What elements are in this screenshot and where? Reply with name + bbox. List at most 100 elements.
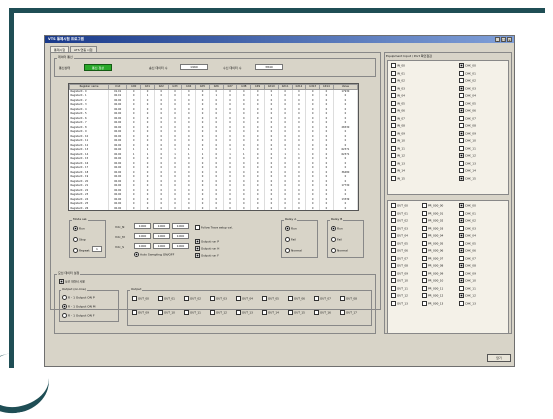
check-checkbox[interactable]: CHK_14 — [459, 168, 476, 173]
pr-checkbox[interactable]: PR_000_04 — [422, 233, 443, 238]
check-checkbox[interactable]: CHK_07 — [459, 116, 476, 121]
check-bottom-checkbox[interactable]: CHK_02 — [459, 218, 476, 223]
input-checkbox[interactable]: IN_02 — [391, 78, 405, 83]
close-window-button[interactable]: × — [507, 37, 512, 42]
input-checkbox[interactable]: IN_09 — [391, 131, 405, 136]
out-checkbox[interactable]: OUT_08 — [391, 263, 408, 268]
check-checkbox[interactable]: CHK_00 — [459, 63, 476, 68]
auto-sampling-radio[interactable]: Auto Sampling ON/OFF — [134, 252, 174, 257]
output-checkbox[interactable]: OUT_01 — [158, 296, 175, 301]
output-checkbox[interactable]: OUT_11 — [184, 310, 201, 315]
vdc-s-field-3[interactable]: 1000 — [172, 243, 189, 249]
output-checkbox[interactable]: OUT_17 — [340, 310, 357, 315]
pr-checkbox[interactable]: PR_000_09 — [422, 271, 443, 276]
output-checkbox[interactable]: OUT_12 — [210, 310, 227, 315]
pr-checkbox[interactable]: PR_000_08 — [422, 263, 443, 268]
check-bottom-checkbox[interactable]: CHK_00 — [459, 203, 476, 208]
input-checkbox[interactable]: IN_01 — [391, 71, 405, 76]
bus-data-use-checkbox[interactable]: 모선 데이터 사용 — [59, 279, 85, 284]
input-checkbox[interactable]: IN_06 — [391, 108, 405, 113]
check-checkbox[interactable]: CHK_12 — [459, 153, 476, 158]
output-checkbox[interactable]: OUT_10 — [158, 310, 175, 315]
out-checkbox[interactable]: OUT_07 — [391, 256, 408, 261]
minimize-button[interactable]: _ — [495, 37, 500, 42]
out-checkbox[interactable]: OUT_00 — [391, 203, 408, 208]
out-checkbox[interactable]: OUT_12 — [391, 293, 408, 298]
output-checkbox[interactable]: OUT_16 — [314, 310, 331, 315]
recv-count-field[interactable]: 3840 — [255, 64, 283, 70]
register-table[interactable]: Register nameUnitbit0bit1bit2bit3bit4bit… — [68, 83, 359, 211]
check-checkbox[interactable]: CHK_02 — [459, 78, 476, 83]
output-checkbox[interactable]: OUT_08 — [340, 296, 357, 301]
out-checkbox[interactable]: OUT_11 — [391, 286, 408, 291]
vdc-s-field-1[interactable]: 1000 — [134, 243, 151, 249]
check-bottom-checkbox[interactable]: CHK_07 — [459, 256, 476, 261]
pr-checkbox[interactable]: PR_000_01 — [422, 211, 443, 216]
pr-checkbox[interactable]: PR_000_06 — [422, 248, 443, 253]
input-checkbox[interactable]: IN_12 — [391, 153, 405, 158]
out-online-m-radio[interactable]: R - 1 Output ON M — [62, 304, 95, 309]
output-checkbox[interactable]: OUT_15 — [288, 310, 305, 315]
out-checkbox[interactable]: OUT_05 — [391, 241, 408, 246]
check-bottom-checkbox[interactable]: CHK_13 — [459, 301, 476, 306]
out-checkbox[interactable]: OUT_06 — [391, 248, 408, 253]
input-checkbox[interactable]: IN_03 — [391, 86, 405, 91]
check-checkbox[interactable]: CHK_01 — [459, 71, 476, 76]
check-checkbox[interactable]: CHK_09 — [459, 131, 476, 136]
check-checkbox[interactable]: CHK_15 — [459, 176, 476, 181]
input-checkbox[interactable]: IN_08 — [391, 123, 405, 128]
vdc-s-field-2[interactable]: 1000 — [153, 243, 170, 249]
out-checkbox[interactable]: OUT_13 — [391, 301, 408, 306]
output-checkbox[interactable]: OUT_03 — [210, 296, 227, 301]
out-checkbox[interactable]: OUT_01 — [391, 211, 408, 216]
relay-a-run-radio[interactable]: Run — [285, 226, 297, 231]
pr-checkbox[interactable]: PR_000_10 — [422, 278, 443, 283]
pr-checkbox[interactable]: PR_000_13 — [422, 301, 443, 306]
input-checkbox[interactable]: IN_05 — [391, 101, 405, 106]
send-count-field[interactable]: 1960 — [180, 64, 208, 70]
input-checkbox[interactable]: IN_10 — [391, 138, 405, 143]
output-checkbox[interactable]: OUT_13 — [236, 310, 253, 315]
check-checkbox[interactable]: CHK_04 — [459, 93, 476, 98]
repeat-count-field[interactable]: 1 — [92, 246, 102, 252]
output-checkbox[interactable]: OUT_04 — [236, 296, 253, 301]
vdc-n-field-1[interactable]: 1000 — [134, 223, 151, 229]
output-run-f-checkbox[interactable]: Output run F — [195, 253, 219, 258]
pr-checkbox[interactable]: PR_000_00 — [422, 203, 443, 208]
output-run-p-checkbox[interactable]: Output run P — [195, 239, 219, 244]
output-checkbox[interactable]: OUT_14 — [262, 310, 279, 315]
vdc-m-field-3[interactable]: 1000 — [172, 233, 189, 239]
mode-repeat-radio[interactable]: Repeat — [73, 248, 90, 253]
check-checkbox[interactable]: CHK_05 — [459, 101, 476, 106]
output-run-h-checkbox[interactable]: Output run H — [195, 246, 219, 251]
output-checkbox[interactable]: OUT_05 — [262, 296, 279, 301]
check-checkbox[interactable]: CHK_11 — [459, 146, 476, 151]
output-checkbox[interactable]: OUT_02 — [184, 296, 201, 301]
input-checkbox[interactable]: IN_07 — [391, 116, 405, 121]
relay-b-run-radio[interactable]: Run — [331, 226, 343, 231]
pr-checkbox[interactable]: PR_000_03 — [422, 226, 443, 231]
out-checkbox[interactable]: OUT_09 — [391, 271, 408, 276]
check-bottom-checkbox[interactable]: CHK_04 — [459, 233, 476, 238]
input-checkbox[interactable]: IN_11 — [391, 146, 405, 151]
check-checkbox[interactable]: CHK_03 — [459, 86, 476, 91]
input-checkbox[interactable]: IN_04 — [391, 93, 405, 98]
output-checkbox[interactable]: OUT_00 — [132, 296, 149, 301]
relay-b-normal-radio[interactable]: Normal — [331, 248, 348, 253]
maximize-button[interactable]: □ — [501, 37, 506, 42]
close-button[interactable]: 닫기 — [487, 354, 511, 362]
pr-checkbox[interactable]: PR_000_07 — [422, 256, 443, 261]
input-checkbox[interactable]: IN_13 — [391, 161, 405, 166]
relay-a-normal-radio[interactable]: Normal — [285, 248, 302, 253]
check-checkbox[interactable]: CHK_13 — [459, 161, 476, 166]
check-checkbox[interactable]: CHK_06 — [459, 108, 476, 113]
out-checkbox[interactable]: OUT_03 — [391, 226, 408, 231]
check-bottom-checkbox[interactable]: CHK_01 — [459, 211, 476, 216]
pr-checkbox[interactable]: PR_000_05 — [422, 241, 443, 246]
relay-b-fail-radio[interactable]: Fail — [331, 237, 342, 242]
out-checkbox[interactable]: OUT_04 — [391, 233, 408, 238]
out-checkbox[interactable]: OUT_02 — [391, 218, 408, 223]
mode-run-radio[interactable]: Run — [73, 226, 85, 231]
mode-stop-radio[interactable]: Stop — [73, 237, 86, 242]
check-bottom-checkbox[interactable]: CHK_03 — [459, 226, 476, 231]
